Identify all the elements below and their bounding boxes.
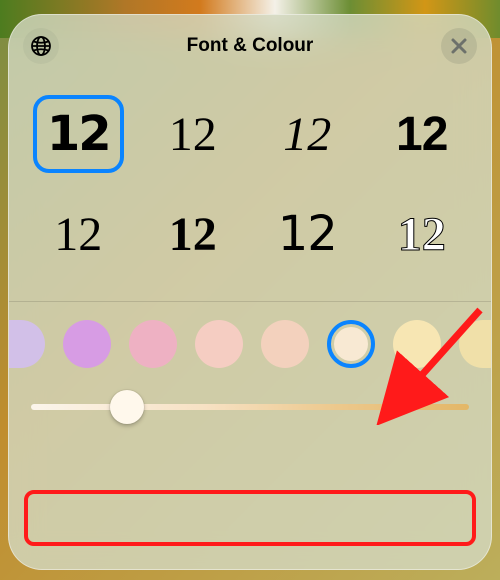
- colour-swatch-5[interactable]: [261, 320, 309, 368]
- colour-swatch-4[interactable]: [195, 320, 243, 368]
- colour-swatch-3[interactable]: [129, 320, 177, 368]
- font-option-8[interactable]: 12: [377, 195, 468, 273]
- colour-swatch-7[interactable]: [393, 320, 441, 368]
- font-option-4[interactable]: 12: [377, 95, 468, 173]
- colour-swatch-6[interactable]: [327, 320, 375, 368]
- hue-slider[interactable]: [31, 390, 469, 424]
- close-icon: [450, 37, 468, 55]
- slider-track: [31, 404, 469, 410]
- panel-header: Font & Colour: [9, 15, 491, 77]
- language-button[interactable]: [23, 28, 59, 64]
- panel-title: Font & Colour: [187, 35, 314, 57]
- colour-swatch-2[interactable]: [63, 320, 111, 368]
- globe-icon: [29, 34, 53, 58]
- font-option-1[interactable]: 12: [33, 95, 124, 173]
- colour-swatch-row[interactable]: [8, 302, 491, 372]
- hue-slider-row: [31, 390, 469, 424]
- font-colour-panel: Font & Colour 12 12 12 12 12 12 12 12: [8, 14, 492, 570]
- font-option-2[interactable]: 12: [148, 95, 239, 173]
- font-option-7[interactable]: 12: [262, 195, 353, 273]
- colour-swatch-next[interactable]: [459, 320, 491, 368]
- close-button[interactable]: [441, 28, 477, 64]
- font-option-5[interactable]: 12: [33, 195, 124, 273]
- colour-swatch-1[interactable]: [8, 320, 45, 368]
- font-option-3[interactable]: 12: [262, 95, 353, 173]
- font-grid: 12 12 12 12 12 12 12 12: [9, 77, 491, 301]
- slider-thumb[interactable]: [110, 390, 144, 424]
- font-option-6[interactable]: 12: [148, 195, 239, 273]
